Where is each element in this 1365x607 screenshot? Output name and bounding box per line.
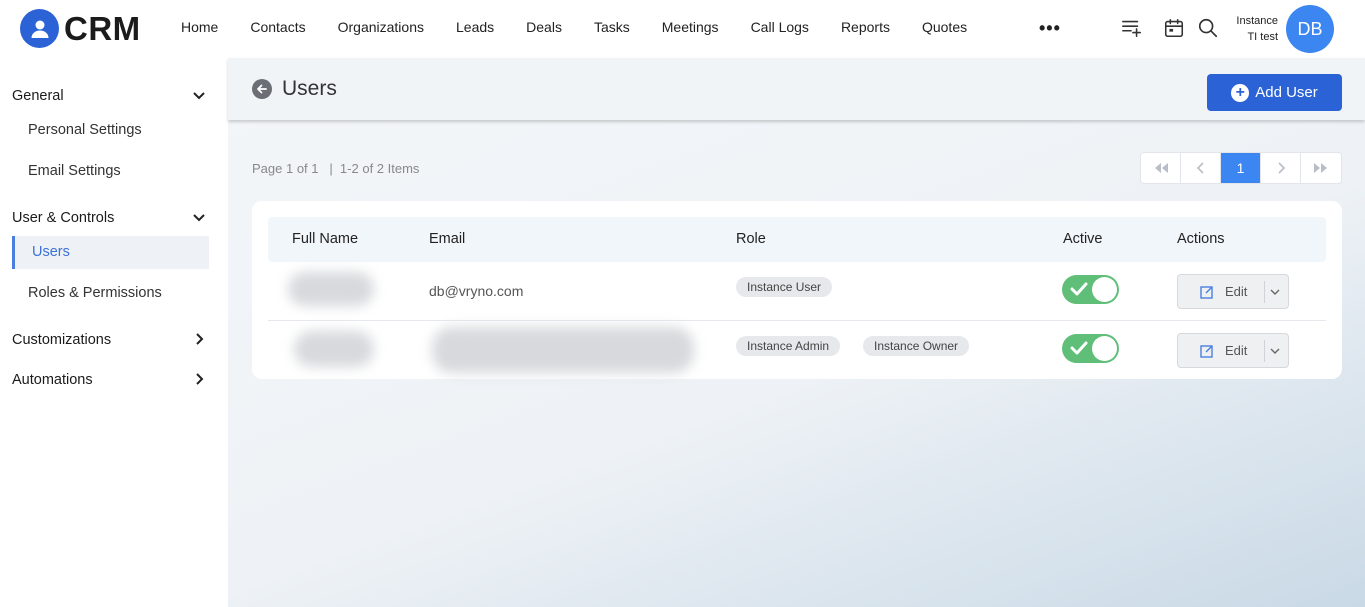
page-title: Users xyxy=(282,77,337,100)
search-icon[interactable] xyxy=(1197,17,1219,39)
table-row[interactable]: Instance Admin Instance Owner Edit xyxy=(268,321,1326,380)
chevron-down-icon[interactable] xyxy=(1269,287,1281,297)
chevron-right-icon xyxy=(196,333,204,345)
column-header-actions: Actions xyxy=(1177,231,1225,247)
calendar-icon[interactable] xyxy=(1163,17,1185,39)
quick-create-icon[interactable] xyxy=(1121,17,1143,39)
users-table-card: Full Name Email Role Active Actions db@v… xyxy=(252,201,1342,379)
next-page-icon[interactable] xyxy=(1261,153,1301,183)
sidebar-section-customizations[interactable]: Customizations xyxy=(12,332,212,348)
last-page-icon[interactable] xyxy=(1301,153,1341,183)
user-email[interactable]: db@vryno.com xyxy=(429,283,523,299)
toggle-knob xyxy=(1092,336,1117,361)
sidebar-section-label: User & Controls xyxy=(12,210,115,226)
back-arrow-icon[interactable] xyxy=(252,79,272,99)
column-header-active[interactable]: Active xyxy=(1063,231,1103,247)
sidebar-item-roles-permissions[interactable]: Roles & Permissions xyxy=(28,285,162,301)
active-toggle[interactable] xyxy=(1062,275,1119,304)
more-menu-icon[interactable]: ••• xyxy=(1039,18,1061,39)
nav-quotes[interactable]: Quotes xyxy=(922,19,967,35)
nav-meetings[interactable]: Meetings xyxy=(662,19,719,35)
prev-page-icon[interactable] xyxy=(1181,153,1221,183)
sidebar-item-personal-settings[interactable]: Personal Settings xyxy=(28,122,142,138)
toggle-knob xyxy=(1092,277,1117,302)
sidebar-section-label: Customizations xyxy=(12,332,112,348)
edit-icon xyxy=(1200,286,1213,299)
table-row[interactable]: db@vryno.com Instance User Edit xyxy=(268,262,1326,321)
role-badge: Instance User xyxy=(736,277,833,297)
edit-button[interactable]: Edit xyxy=(1177,333,1289,368)
main-content: Users + Add User Page 1 of 1 | 1-2 of 2 … xyxy=(228,58,1365,607)
redacted-email xyxy=(432,327,694,373)
table-header: Full Name Email Role Active Actions xyxy=(268,217,1326,262)
user-instance-label: Instance xyxy=(1236,15,1278,27)
sidebar-section-user-controls[interactable]: User & Controls xyxy=(12,210,212,226)
avatar[interactable]: DB xyxy=(1286,5,1334,53)
nav-call-logs[interactable]: Call Logs xyxy=(751,19,809,35)
nav-tasks[interactable]: Tasks xyxy=(594,19,630,35)
edit-button[interactable]: Edit xyxy=(1177,274,1289,309)
divider xyxy=(1264,281,1265,303)
edit-label: Edit xyxy=(1225,284,1248,299)
nav-deals[interactable]: Deals xyxy=(526,19,562,35)
pagination-info: Page 1 of 1 | 1-2 of 2 Items xyxy=(252,161,420,176)
role-badge: Instance Admin xyxy=(736,336,841,356)
sidebar-section-label: General xyxy=(12,88,64,104)
user-info: Instance TI test xyxy=(1236,13,1278,45)
main-nav: Home Contacts Organizations Leads Deals … xyxy=(181,19,999,35)
check-icon xyxy=(1070,282,1088,296)
first-page-icon[interactable] xyxy=(1141,153,1181,183)
column-header-role[interactable]: Role xyxy=(736,231,766,247)
nav-leads[interactable]: Leads xyxy=(456,19,494,35)
page-number-button[interactable]: 1 xyxy=(1221,153,1261,183)
sidebar-section-automations[interactable]: Automations xyxy=(12,372,212,388)
page-header: Users + Add User xyxy=(228,58,1365,120)
logo-text: CRM xyxy=(64,9,141,47)
chevron-down-icon[interactable] xyxy=(1269,346,1281,356)
sidebar-item-email-settings[interactable]: Email Settings xyxy=(28,163,121,179)
chevron-down-icon xyxy=(193,92,205,100)
logo-icon xyxy=(20,9,59,48)
edit-label: Edit xyxy=(1225,343,1248,358)
nav-contacts[interactable]: Contacts xyxy=(250,19,305,35)
role-badge: Instance Owner xyxy=(863,336,970,356)
add-user-label: Add User xyxy=(1255,84,1318,101)
sidebar-item-users[interactable]: Users xyxy=(12,236,209,269)
redacted-name xyxy=(288,272,374,306)
active-toggle[interactable] xyxy=(1062,334,1119,363)
sidebar-section-label: Automations xyxy=(12,372,93,388)
plus-circle-icon: + xyxy=(1231,83,1250,102)
add-user-button[interactable]: + Add User xyxy=(1207,74,1342,111)
sidebar-section-general[interactable]: General xyxy=(12,88,212,104)
chevron-down-icon xyxy=(193,214,205,222)
column-header-full-name[interactable]: Full Name xyxy=(292,231,358,247)
top-navbar: CRM Home Contacts Organizations Leads De… xyxy=(0,0,1365,58)
nav-reports[interactable]: Reports xyxy=(841,19,890,35)
nav-home[interactable]: Home xyxy=(181,19,218,35)
edit-icon xyxy=(1200,345,1213,358)
redacted-name xyxy=(294,331,374,367)
settings-sidebar: General Personal Settings Email Settings… xyxy=(0,58,228,607)
check-icon xyxy=(1070,341,1088,355)
column-header-email[interactable]: Email xyxy=(429,231,465,247)
divider xyxy=(1264,340,1265,362)
sidebar-item-label: Users xyxy=(32,244,70,260)
chevron-right-icon xyxy=(196,373,204,385)
app-logo[interactable]: CRM xyxy=(20,9,141,48)
nav-organizations[interactable]: Organizations xyxy=(338,19,424,35)
user-name-label: TI test xyxy=(1247,31,1278,43)
pagination: 1 xyxy=(1140,152,1342,184)
